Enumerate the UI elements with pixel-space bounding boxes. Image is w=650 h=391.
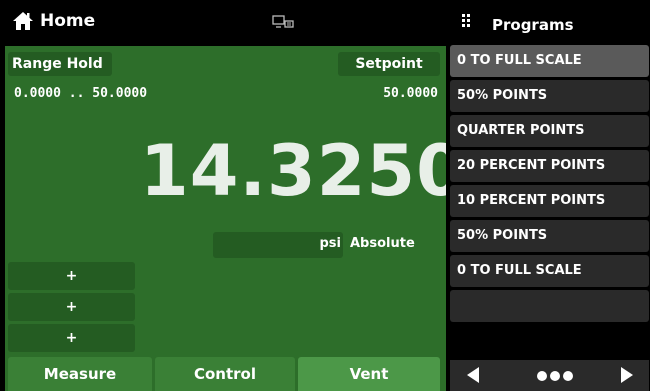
prev-arrow-icon[interactable] <box>466 367 480 383</box>
add-display-button-1[interactable]: + <box>8 262 135 290</box>
program-item[interactable]: 0 TO FULL SCALE <box>450 45 649 77</box>
program-item[interactable]: 0 TO FULL SCALE <box>450 255 649 287</box>
home-icon[interactable] <box>12 10 34 32</box>
control-button[interactable]: Control <box>155 357 295 391</box>
grip-icon <box>462 14 470 27</box>
pressure-reading: 14.3250 <box>140 130 466 212</box>
program-item[interactable]: 20 PERCENT POINTS <box>450 150 649 182</box>
program-item[interactable]: 50% POINTS <box>450 80 649 112</box>
range-value: 0.0000 .. 50.0000 <box>14 86 148 101</box>
next-arrow-icon[interactable] <box>620 367 634 383</box>
setpoint-button[interactable]: Setpoint <box>338 52 440 76</box>
programs-title: Programs <box>492 16 574 34</box>
remote-connection-icon[interactable] <box>272 15 294 29</box>
more-dots-icon[interactable] <box>535 370 575 382</box>
page-title[interactable]: Home <box>40 11 95 31</box>
setpoint-value: 50.0000 <box>383 86 438 101</box>
pressure-mode-label[interactable]: Absolute <box>350 236 415 251</box>
measure-button[interactable]: Measure <box>8 357 152 391</box>
units-label: psi <box>319 236 342 251</box>
program-item[interactable]: QUARTER POINTS <box>450 115 649 147</box>
program-item-empty[interactable] <box>450 290 649 322</box>
add-display-button-2[interactable]: + <box>8 293 135 321</box>
add-display-button-3[interactable]: + <box>8 324 135 352</box>
program-item[interactable]: 50% POINTS <box>450 220 649 252</box>
vent-button[interactable]: Vent <box>298 357 440 391</box>
program-item[interactable]: 10 PERCENT POINTS <box>450 185 649 217</box>
range-hold-button[interactable]: Range Hold <box>8 52 112 76</box>
